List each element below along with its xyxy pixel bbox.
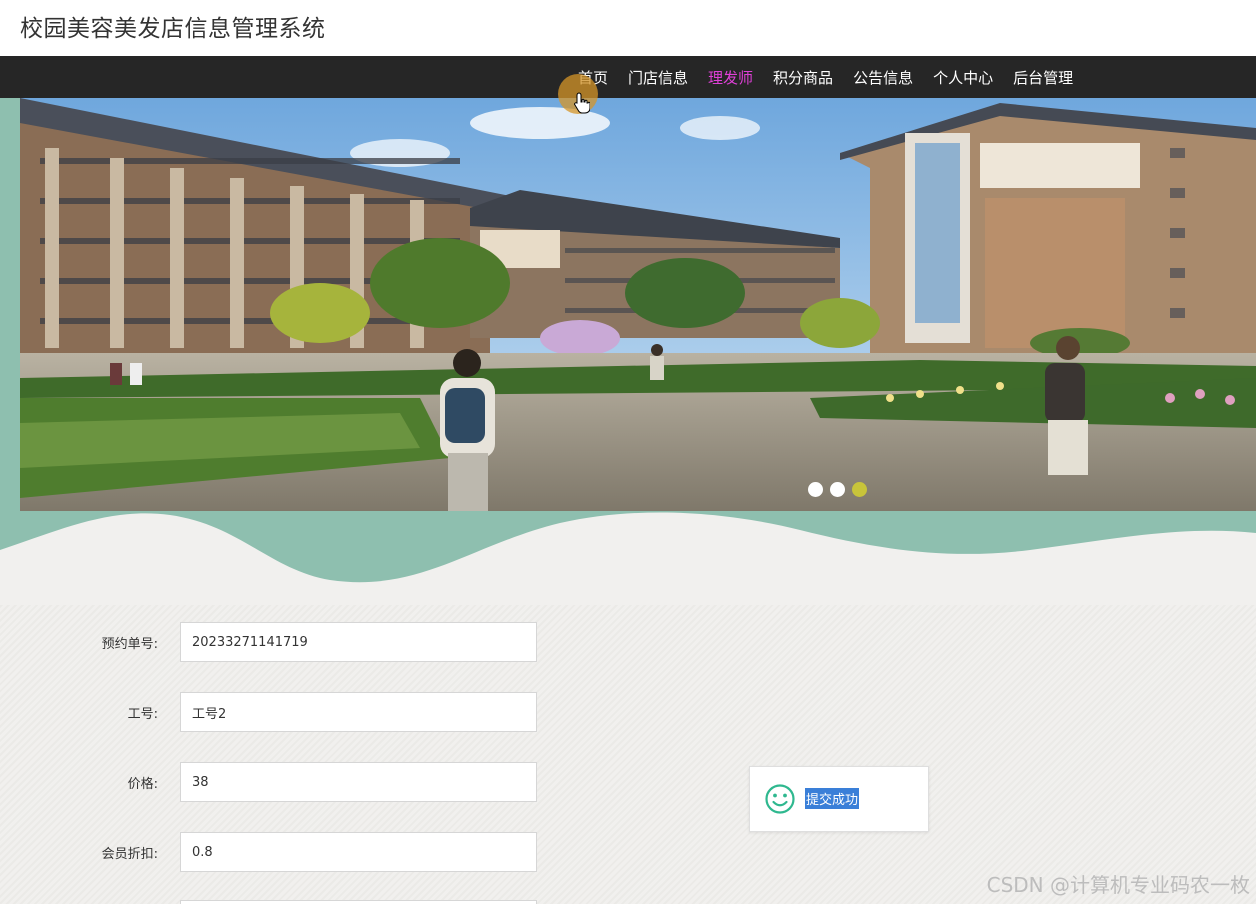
carousel-dots (808, 482, 874, 497)
staff-id-input[interactable] (180, 692, 537, 732)
nav-list: 首页 门店信息 理发师 积分商品 公告信息 个人中心 后台管理 (578, 56, 1093, 98)
page: 校园美容美发店信息管理系统 首页 门店信息 理发师 积分商品 公告信息 个人中心… (0, 0, 1256, 904)
main-nav: 首页 门店信息 理发师 积分商品 公告信息 个人中心 后台管理 (0, 56, 1256, 102)
member-discount-input[interactable] (180, 832, 537, 872)
nav-item-profile[interactable]: 个人中心 (933, 67, 993, 88)
order-number-label: 预约单号: (101, 637, 158, 652)
carousel-dot-1[interactable] (808, 482, 823, 497)
nav-item-points-goods[interactable]: 积分商品 (773, 67, 833, 88)
order-number-input[interactable] (180, 622, 537, 662)
form-row-next (0, 900, 560, 904)
campus-banner-image (20, 98, 1256, 511)
member-discount-label: 会员折扣: (101, 847, 158, 862)
carousel-dot-3[interactable] (852, 482, 867, 497)
staff-id-label: 工号: (127, 707, 158, 722)
toast-message: 提交成功 (805, 788, 860, 809)
site-title: 校园美容美发店信息管理系统 (20, 16, 326, 42)
price-label: 价格: (127, 777, 158, 792)
form-row-order-number: 预约单号: (0, 622, 560, 662)
hand-cursor-icon (574, 92, 590, 114)
form-row-price: 价格: (0, 762, 560, 802)
nav-item-admin[interactable]: 后台管理 (1013, 67, 1073, 88)
watermark: CSDN @计算机专业码农一枚 (986, 873, 1250, 897)
form-row-member-discount: 会员折扣: (0, 832, 560, 872)
price-input[interactable] (180, 762, 537, 802)
success-toast: 提交成功 (749, 766, 929, 832)
next-field-input[interactable] (180, 900, 537, 904)
header: 校园美容美发店信息管理系统 (0, 0, 1256, 56)
nav-item-barbers[interactable]: 理发师 (708, 67, 753, 88)
nav-item-announcements[interactable]: 公告信息 (853, 67, 913, 88)
banner-carousel[interactable] (20, 98, 1256, 511)
carousel-dot-2[interactable] (830, 482, 845, 497)
wave-divider (0, 512, 1256, 605)
form-row-staff-id: 工号: (0, 692, 560, 732)
nav-item-store-info[interactable]: 门店信息 (628, 67, 688, 88)
smile-icon (765, 784, 795, 814)
